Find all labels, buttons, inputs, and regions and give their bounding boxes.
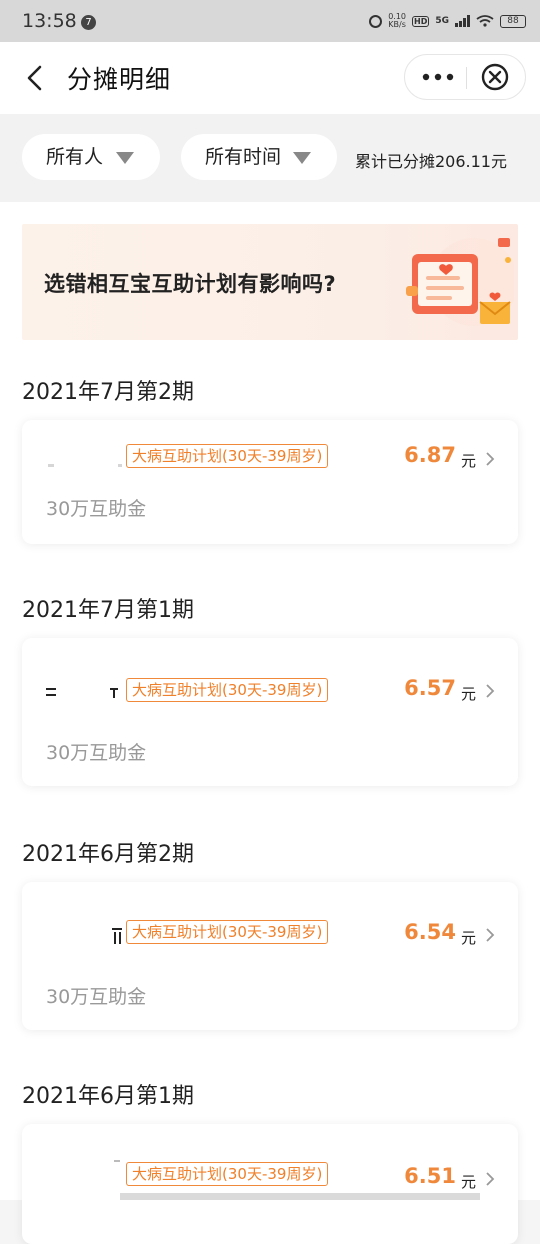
content-area: 选错相互宝互助计划有影响吗? 2021年7月第2期 大病互助计划(30天-39周…: [0, 202, 540, 1244]
more-icon[interactable]: [421, 67, 455, 87]
dropdown-triangle-icon: [293, 152, 311, 164]
share-record-card[interactable]: 大病互助计划(30天-39周岁) 6.87 元 30万互助金: [22, 420, 518, 544]
notification-count-badge: 7: [81, 15, 96, 30]
share-record-card[interactable]: 大病互助计划(30天-39周岁) 6.54 元 30万互助金: [22, 882, 518, 1030]
wifi-icon: [476, 15, 494, 27]
plan-tag: 大病互助计划(30天-39周岁): [126, 1162, 329, 1186]
chevron-right-icon: [486, 928, 495, 942]
share-amount: 6.51: [404, 1164, 456, 1188]
amount-unit: 元: [460, 1173, 476, 1191]
amount-unit: 元: [460, 929, 476, 947]
status-bar: 13:58 7 0.10 KB/s HD 5G 88: [0, 0, 540, 42]
status-icons: 0.10 KB/s HD 5G 88: [369, 11, 526, 31]
chevron-right-icon: [486, 684, 495, 698]
nav-bar: 分摊明细: [0, 42, 540, 114]
obscured-member-name: [114, 1160, 120, 1162]
plan-tag: 大病互助计划(30天-39周岁): [126, 444, 329, 468]
period-title: 2021年6月第1期: [22, 1084, 194, 1109]
obscured-member-name: [112, 928, 122, 944]
dropdown-triangle-icon: [116, 152, 134, 164]
share-record-card[interactable]: 大病互助计划(30天-39周岁) 6.51 元: [22, 1124, 518, 1244]
signal-icon: [455, 15, 470, 27]
time-filter-dropdown[interactable]: 所有时间: [181, 134, 337, 180]
battery-icon: 88: [500, 14, 526, 28]
share-amount: 6.87: [404, 443, 456, 467]
bottom-edge-bar: [120, 1193, 480, 1200]
coverage-amount: 30万互助金: [46, 498, 147, 520]
network-speed: 0.10 KB/s: [388, 13, 406, 29]
period-title: 2021年6月第2期: [22, 842, 194, 867]
status-time: 13:58: [22, 10, 77, 32]
chevron-right-icon: [486, 452, 495, 466]
share-amount: 6.54: [404, 920, 456, 944]
period-title: 2021年7月第2期: [22, 380, 194, 405]
period-title: 2021年7月第1期: [22, 598, 194, 623]
time-filter-label: 所有时间: [205, 146, 282, 168]
obscured-member-name: [46, 688, 118, 698]
owner-filter-dropdown[interactable]: 所有人: [22, 134, 160, 180]
plan-tag: 大病互助计划(30天-39周岁): [126, 678, 329, 702]
alarm-icon: [369, 14, 383, 28]
page-title: 分摊明细: [67, 65, 172, 94]
coverage-amount: 30万互助金: [46, 986, 147, 1008]
network-speed-unit: KB/s: [388, 20, 406, 29]
banner-text: 选错相互宝互助计划有影响吗?: [44, 272, 337, 296]
obscured-member-name: [48, 464, 122, 467]
share-record-card[interactable]: 大病互助计划(30天-39周岁) 6.57 元 30万互助金: [22, 638, 518, 786]
chevron-right-icon: [486, 1172, 495, 1186]
network-type: 5G: [435, 16, 449, 26]
coverage-amount: 30万互助金: [46, 742, 147, 764]
back-icon[interactable]: [22, 64, 50, 92]
promo-banner[interactable]: 选错相互宝互助计划有影响吗?: [22, 224, 518, 340]
amount-unit: 元: [460, 685, 476, 703]
hd-icon: HD: [412, 15, 430, 27]
filter-bar: 所有人 所有时间 累计已分摊206.11元: [0, 114, 540, 202]
plan-tag: 大病互助计划(30天-39周岁): [126, 920, 329, 944]
total-shared-amount: 累计已分摊206.11元: [355, 152, 507, 171]
letter-heart-icon: [406, 238, 514, 326]
capsule-divider: [466, 67, 467, 89]
close-icon[interactable]: [481, 63, 509, 91]
mini-program-capsule: [404, 54, 526, 100]
owner-filter-label: 所有人: [46, 146, 104, 168]
amount-unit: 元: [460, 452, 476, 470]
share-amount: 6.57: [404, 676, 456, 700]
